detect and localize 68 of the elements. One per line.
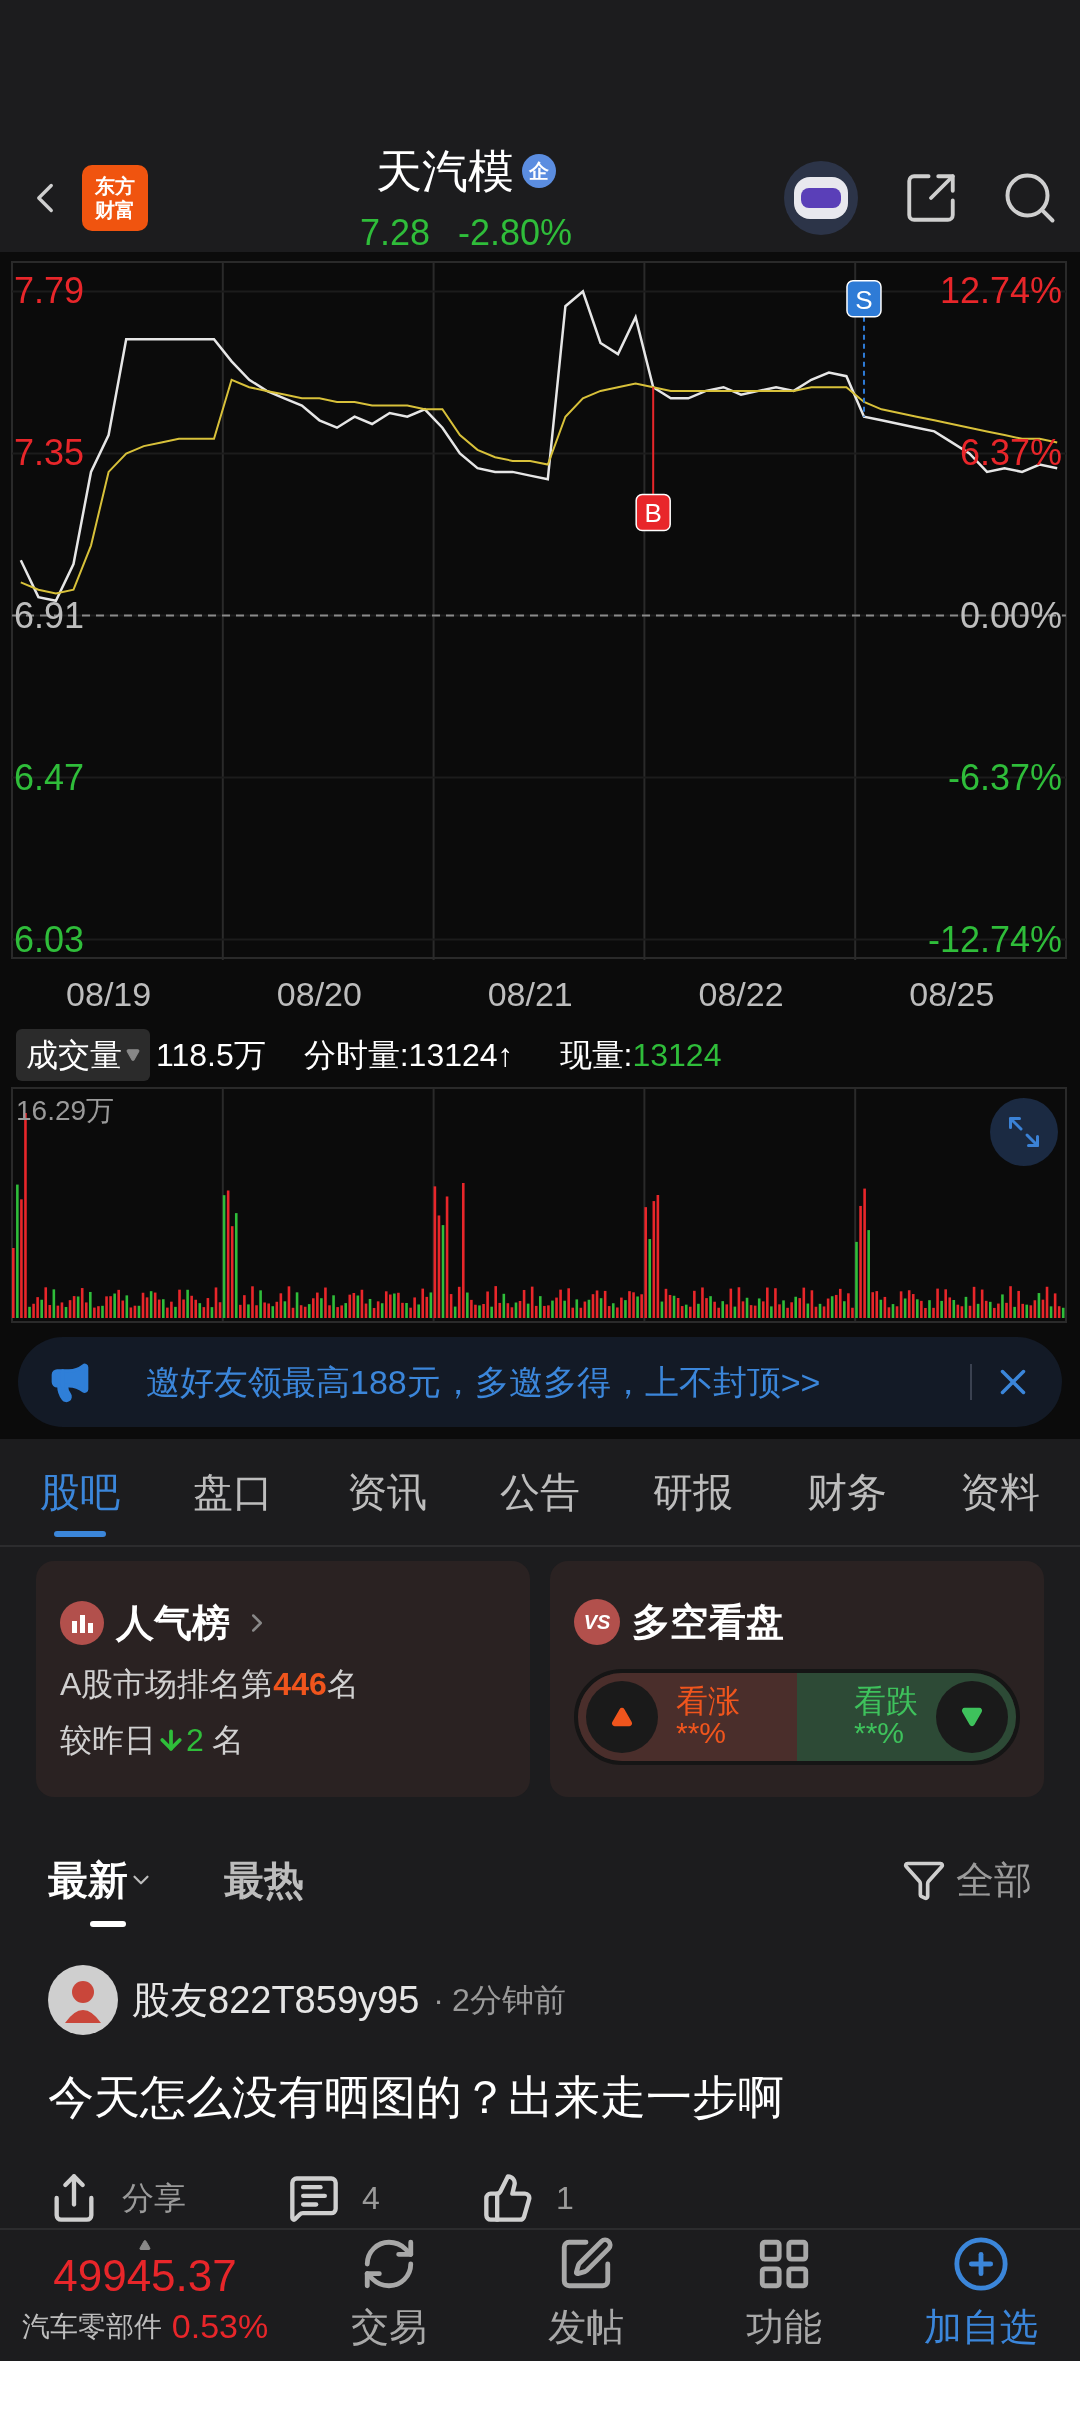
bullish-button[interactable]: 看涨 **% bbox=[578, 1672, 797, 1761]
bullish-value: **% bbox=[676, 1716, 727, 1749]
popularity-card[interactable]: 人气榜 A股市场排名第446名 较昨日 2 名 bbox=[36, 1561, 530, 1798]
sector-index[interactable]: 49945.37 汽车零部件 0.53% bbox=[0, 2239, 290, 2353]
invite-banner[interactable]: 邀好友领最高188元，多邀多得，上不封顶>> bbox=[18, 1337, 1062, 1428]
current-volume-value: 13124 bbox=[632, 1036, 722, 1076]
stock-name: 天汽模 bbox=[376, 143, 514, 199]
indicator-dropdown[interactable]: 成交量 bbox=[16, 1029, 150, 1082]
sort-tab[interactable]: 最热 bbox=[224, 1823, 304, 1938]
date-label: 08/22 bbox=[698, 975, 784, 1014]
post-content[interactable]: 今天怎么没有晒图的？出来走一步啊 bbox=[48, 2063, 1032, 2133]
nav-item[interactable]: 发帖 bbox=[487, 2235, 685, 2357]
axis-label: 6.37% bbox=[959, 432, 1062, 474]
rank-label: A股市场排名第 bbox=[60, 1664, 274, 1704]
enterprise-badge: 企 bbox=[522, 154, 556, 189]
bearish-value: **% bbox=[854, 1716, 905, 1749]
total-volume: 118.5万 bbox=[156, 1036, 266, 1076]
current-volume-label: 现量: bbox=[559, 1036, 633, 1076]
nav-item[interactable]: 交易 bbox=[290, 2235, 488, 2357]
comment-button[interactable]: 4 bbox=[288, 2172, 482, 2225]
change-label: 较昨日 bbox=[60, 1720, 156, 1760]
bullish-label: 看涨 bbox=[676, 1684, 740, 1717]
sort-tab[interactable]: 最新 bbox=[48, 1823, 154, 1938]
section-tab[interactable]: 财务 bbox=[806, 1438, 887, 1546]
axis-label: 6.91 bbox=[14, 594, 85, 636]
date-label: 08/19 bbox=[66, 975, 152, 1014]
price-change: -2.80% bbox=[458, 210, 573, 255]
date-label: 08/25 bbox=[909, 975, 995, 1014]
nav-item[interactable]: 功能 bbox=[685, 2235, 883, 2357]
username[interactable]: 股友822T859y95 bbox=[132, 1972, 420, 2029]
nav-item[interactable]: 加自选 bbox=[882, 2235, 1080, 2357]
separator: · bbox=[433, 1981, 444, 2021]
post-time: 2分钟前 bbox=[451, 1981, 566, 2021]
vs-icon: VS bbox=[574, 1599, 620, 1646]
sector-name: 汽车零部件 bbox=[21, 2309, 162, 2344]
tick-volume: 分时量:13124↑ bbox=[303, 1036, 514, 1076]
filter-button[interactable]: 全部 bbox=[902, 1851, 1032, 1909]
section-tab[interactable]: 研报 bbox=[653, 1438, 734, 1546]
index-value: 49945.37 bbox=[53, 2251, 237, 2302]
axis-label: 7.79 bbox=[14, 270, 85, 312]
rank-suffix: 名 bbox=[326, 1664, 359, 1704]
axis-label: -6.37% bbox=[947, 756, 1062, 798]
section-tab[interactable]: 资料 bbox=[959, 1438, 1040, 1546]
axis-label: -12.74% bbox=[927, 918, 1062, 960]
rank-change-suffix: 名 bbox=[211, 1720, 244, 1760]
section-tab[interactable]: 盘口 bbox=[193, 1438, 274, 1546]
section-tab[interactable]: 公告 bbox=[500, 1438, 580, 1546]
stock-price: 7.28 bbox=[359, 210, 430, 255]
app-logo: 东方 财富 bbox=[82, 165, 148, 232]
card-title: 人气榜 bbox=[116, 1600, 230, 1646]
rank-value: 446 bbox=[273, 1664, 327, 1704]
bearish-button[interactable]: 看跌 **% bbox=[797, 1672, 1016, 1761]
share-post-button[interactable]: 分享 bbox=[48, 2172, 288, 2225]
date-label: 08/20 bbox=[276, 975, 362, 1014]
rank-change: 2 bbox=[186, 1720, 204, 1760]
axis-label: 0.00% bbox=[959, 594, 1062, 636]
axis-label: 6.03 bbox=[14, 918, 85, 960]
section-tab[interactable]: 资讯 bbox=[346, 1438, 427, 1546]
max-volume-label: 16.29万 bbox=[16, 1094, 115, 1129]
axis-label: 6.47 bbox=[14, 756, 85, 798]
sector-change: 0.53% bbox=[171, 2306, 269, 2348]
axis-label: 12.74% bbox=[939, 270, 1062, 312]
bearish-label: 看跌 bbox=[854, 1684, 918, 1717]
section-tab[interactable]: 股吧 bbox=[40, 1438, 120, 1546]
card-title: 多空看盘 bbox=[632, 1599, 784, 1645]
axis-label: 7.35 bbox=[14, 432, 85, 474]
like-button[interactable]: 1 bbox=[482, 2172, 574, 2225]
date-label: 08/21 bbox=[487, 975, 573, 1014]
